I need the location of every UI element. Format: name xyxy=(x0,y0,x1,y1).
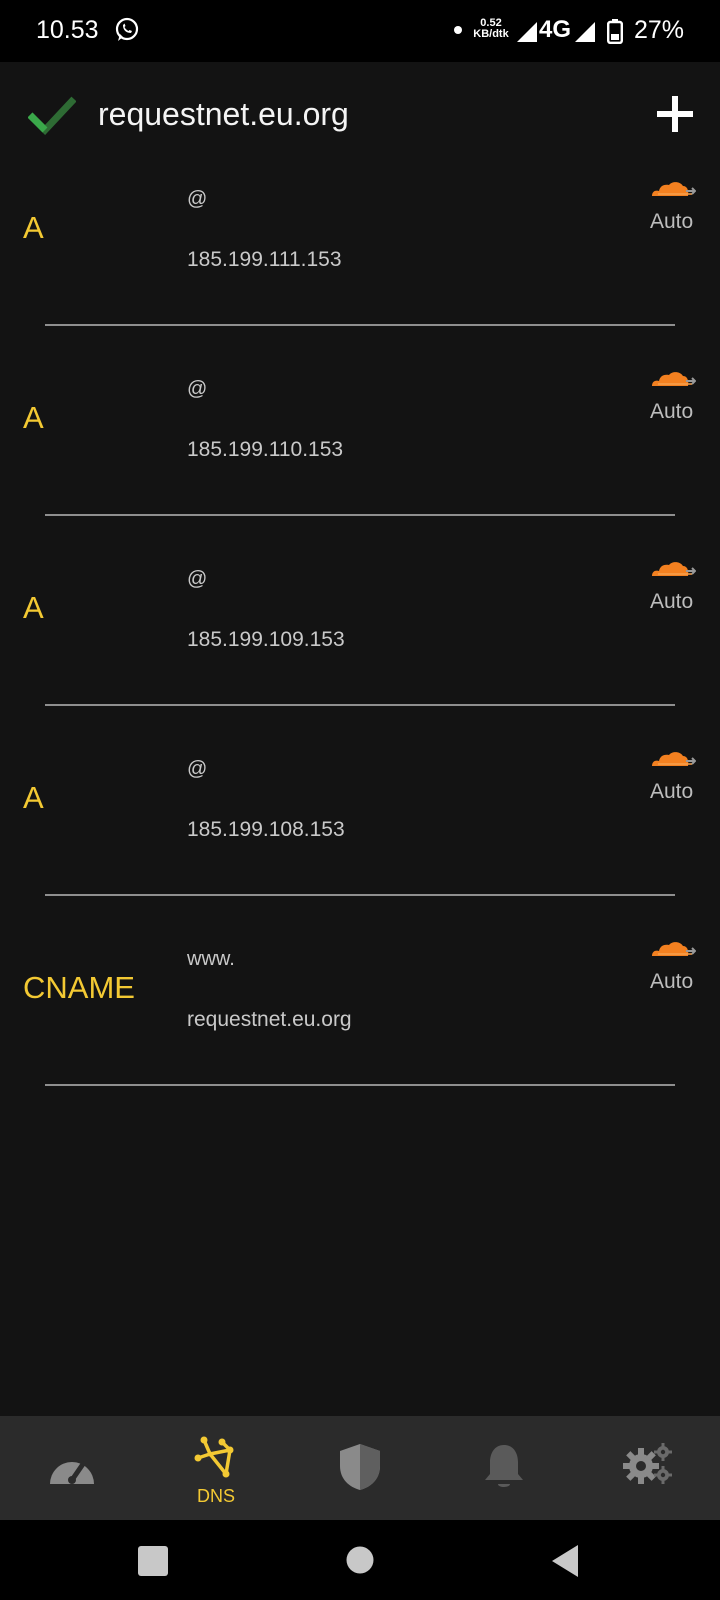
network-type: 4G xyxy=(539,16,572,43)
check-icon xyxy=(28,96,76,135)
dns-record[interactable]: A @ 185.199.108.153 Auto xyxy=(0,736,720,926)
record-name: www. xyxy=(187,948,235,970)
whatsapp-icon xyxy=(115,17,139,41)
home-icon[interactable] xyxy=(346,1546,374,1574)
dns-record[interactable]: A @ 185.199.110.153 Auto xyxy=(0,356,720,546)
cloud-proxy-icon[interactable] xyxy=(650,368,696,392)
record-type: A xyxy=(23,780,44,815)
divider xyxy=(45,704,675,706)
battery-percent: 27% xyxy=(634,16,685,44)
speed-unit: KB/dtk xyxy=(473,28,509,40)
record-content: 185.199.109.153 xyxy=(187,628,345,651)
cloud-proxy-icon[interactable] xyxy=(650,178,696,202)
record-content: requestnet.eu.org xyxy=(187,1008,352,1031)
dns-record[interactable]: CNAME www. requestnet.eu.org Auto xyxy=(0,926,720,1116)
cloud-proxy-icon[interactable] xyxy=(650,938,696,962)
network-speed: 0.52 KB/dtk xyxy=(470,18,512,40)
bell-icon xyxy=(485,1445,523,1487)
gears-icon xyxy=(623,1443,672,1484)
dns-icon xyxy=(194,1436,234,1478)
record-name: @ xyxy=(187,378,208,400)
divider xyxy=(45,514,675,516)
nav-item-dns[interactable]: DNS xyxy=(144,1416,288,1520)
record-content: 185.199.110.153 xyxy=(187,438,344,461)
speedometer-icon xyxy=(50,1461,94,1484)
proxy-status: Auto xyxy=(650,590,694,613)
back-icon[interactable] xyxy=(550,1544,580,1578)
divider xyxy=(45,894,675,896)
recents-icon[interactable] xyxy=(138,1546,168,1576)
record-type: CNAME xyxy=(23,970,135,1005)
record-type: A xyxy=(23,590,44,625)
record-name: @ xyxy=(187,188,208,210)
bottom-navigation: DNS xyxy=(0,1416,720,1520)
dns-record[interactable]: A @ 185.199.109.153 Auto xyxy=(0,546,720,736)
nav-item-settings[interactable] xyxy=(576,1416,720,1520)
zone-title: requestnet.eu.org xyxy=(98,96,349,132)
proxy-status: Auto xyxy=(650,970,694,993)
notification-dot-icon xyxy=(454,26,462,34)
record-type: A xyxy=(23,400,44,435)
battery-icon xyxy=(607,19,623,44)
nav-item-analytics[interactable] xyxy=(0,1416,144,1520)
nav-item-notifications[interactable] xyxy=(432,1416,576,1520)
dns-record-list: A @ 185.199.111.153 Auto A @ 185.199.110… xyxy=(0,166,720,1116)
record-name: @ xyxy=(187,758,208,780)
status-bar: 10.53 0.52 KB/dtk 4G 27% xyxy=(0,0,720,62)
record-content: 185.199.111.153 xyxy=(187,248,342,271)
nav-label: DNS xyxy=(196,1486,235,1506)
proxy-status: Auto xyxy=(650,780,694,803)
cloud-proxy-icon[interactable] xyxy=(650,558,696,582)
dns-record[interactable]: A @ 185.199.111.153 Auto xyxy=(0,166,720,356)
record-name: @ xyxy=(187,568,208,590)
proxy-status: Auto xyxy=(650,400,694,423)
record-content: 185.199.108.153 xyxy=(187,818,345,841)
proxy-status: Auto xyxy=(650,210,694,233)
divider xyxy=(45,1084,675,1086)
record-type: A xyxy=(23,210,44,245)
status-time: 10.53 xyxy=(36,16,99,44)
system-navigation-bar xyxy=(0,1520,720,1600)
cloud-proxy-icon[interactable] xyxy=(650,748,696,772)
shield-icon xyxy=(340,1444,380,1490)
nav-item-security[interactable] xyxy=(288,1416,432,1520)
app-header: requestnet.eu.org xyxy=(0,62,720,166)
signal-icon xyxy=(575,22,595,42)
add-record-button[interactable] xyxy=(655,94,695,134)
divider xyxy=(45,324,675,326)
signal-icon xyxy=(517,22,537,42)
